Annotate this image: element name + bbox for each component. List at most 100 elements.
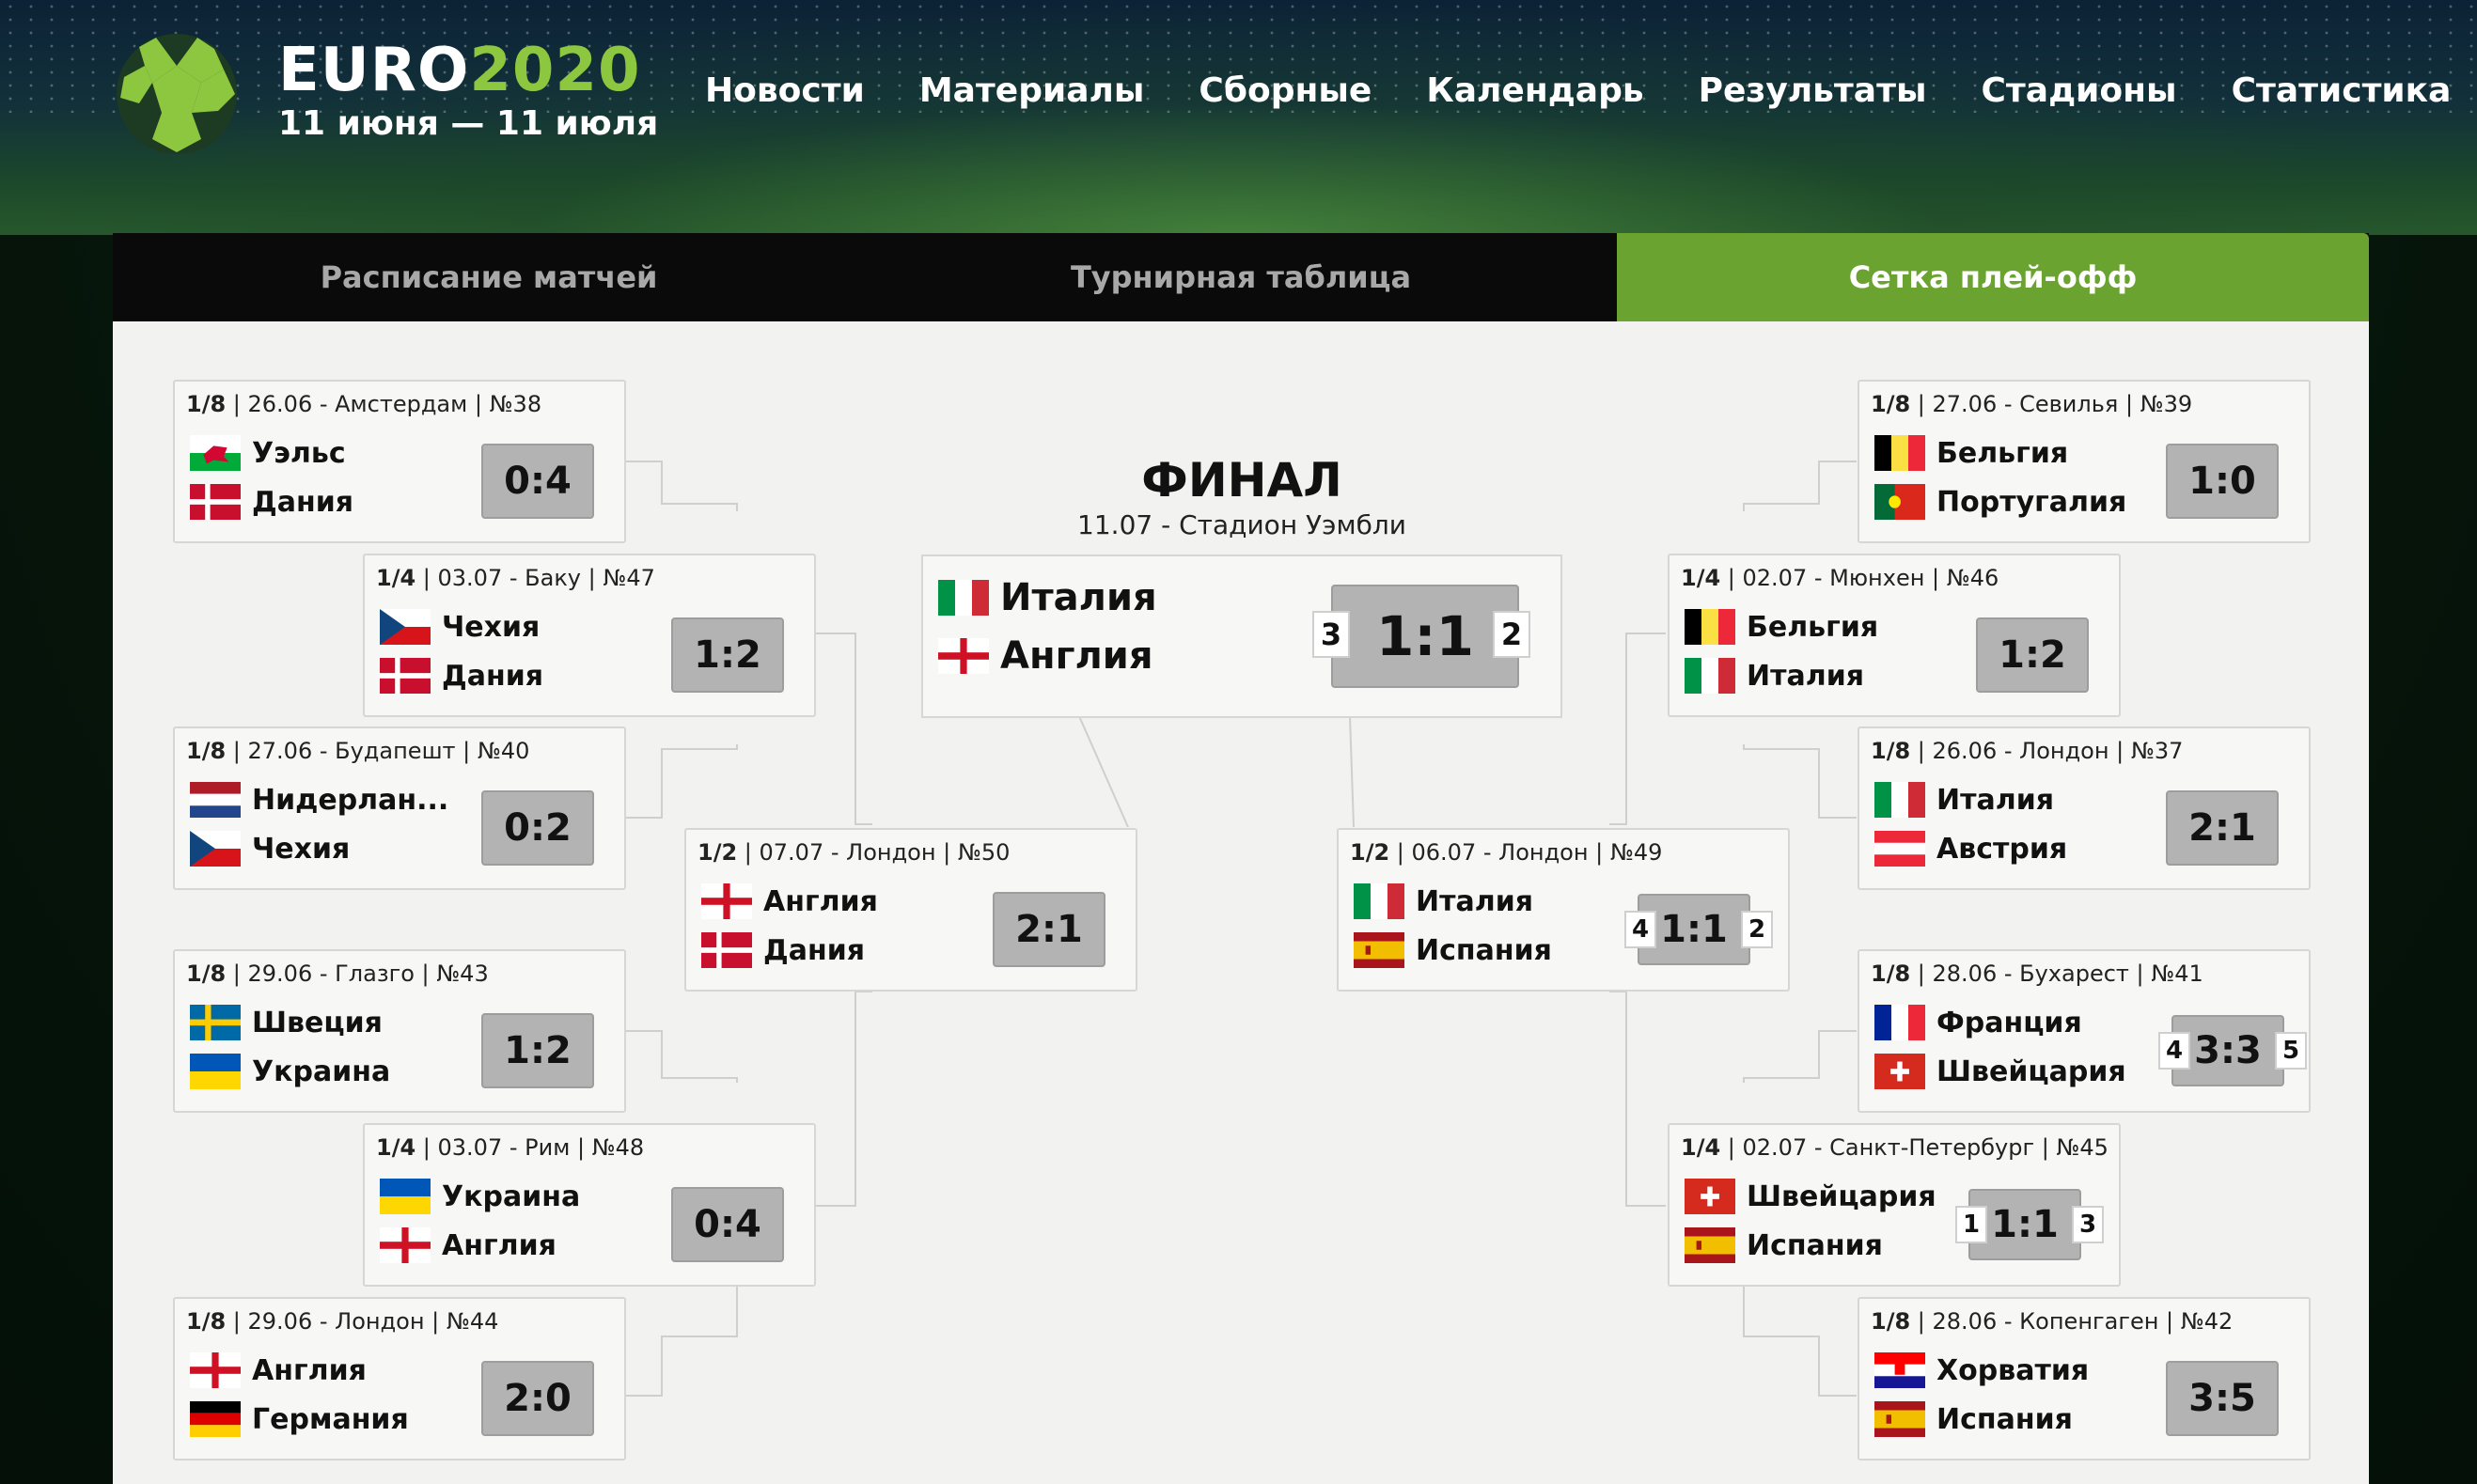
nav-news[interactable]: Новости [705, 71, 865, 110]
tournament-dates: 11 июня — 11 июля [278, 104, 659, 143]
stage-label: 1/8 [186, 961, 227, 987]
nav-results[interactable]: Результаты [1699, 71, 1927, 110]
match-score: 0:4 [481, 444, 594, 519]
team-name: Италия [1747, 659, 1864, 693]
tab-standings[interactable]: Турнирная таблица [865, 233, 1617, 321]
denmark-flag-icon [190, 484, 241, 520]
match-card-48[interactable]: 1/4 | 03.07 - Рим | №48 Украина Англия 0… [363, 1123, 816, 1287]
team-name: Уэльс [252, 436, 346, 470]
match-card-38[interactable]: 1/8 | 26.06 - Амстердам | №38 Уэльс Дани… [173, 380, 626, 543]
nav-teams[interactable]: Сборные [1199, 71, 1372, 110]
match-card-43[interactable]: 1/8 | 29.06 - Глазго | №43 Швеция Украин… [173, 949, 626, 1113]
switzerland-flag-icon [1685, 1179, 1735, 1214]
match-score: 1:2 [671, 617, 784, 693]
england-flag-icon [938, 638, 989, 674]
match-card-45[interactable]: 1/4 | 02.07 - Санкт-Петербург | №45 Швей… [1668, 1123, 2121, 1287]
spain-flag-icon [1685, 1227, 1735, 1263]
brand-year: 2020 [469, 36, 641, 105]
denmark-flag-icon [701, 932, 752, 968]
tab-playoff-bracket[interactable]: Сетка плей-офф [1617, 233, 2369, 321]
team-name: Германия [252, 1402, 409, 1436]
penalty-score: 5 [2275, 1032, 2307, 1070]
team-name: Англия [1000, 634, 1153, 678]
stage-label: 1/8 [186, 738, 227, 764]
brand[interactable]: EURO2020 11 июня — 11 июля [278, 38, 658, 143]
switzerland-flag-icon [1874, 1054, 1925, 1089]
team-name: Швейцария [1747, 1179, 1936, 1213]
penalty-score: 2 [1741, 911, 1773, 948]
match-card-40[interactable]: 1/8 | 27.06 - Будапешт | №40 Нидерлан...… [173, 726, 626, 890]
team-name: Испания [1416, 933, 1552, 967]
ukraine-flag-icon [190, 1054, 241, 1089]
team-name: Англия [763, 884, 878, 918]
team-name: Португалия [1936, 485, 2127, 519]
match-score: 2:1 [993, 892, 1105, 967]
match-card-42[interactable]: 1/8 | 28.06 - Копенгаген | №42 Хорватия … [1858, 1297, 2311, 1461]
stage-label: 1/2 [698, 839, 738, 866]
netherlands-flag-icon [190, 782, 241, 818]
stage-label: 1/4 [376, 565, 416, 591]
team-name: Швеция [252, 1006, 383, 1039]
bracket-panel: ФИНАЛ 11.07 - Стадион Уэмбли Италия Англ… [113, 321, 2369, 1484]
england-flag-icon [190, 1352, 241, 1388]
match-card-37[interactable]: 1/8 | 26.06 - Лондон | №37 Италия Австри… [1858, 726, 2311, 890]
match-info: | 06.07 - Лондон | №49 [1389, 839, 1663, 866]
spain-flag-icon [1874, 1401, 1925, 1437]
match-score: 3:5 [2166, 1361, 2279, 1436]
team-name: Италия [1000, 576, 1157, 619]
match-card-49[interactable]: 1/2 | 06.07 - Лондон | №49 Италия Испани… [1337, 828, 1790, 992]
final-match-card[interactable]: Италия Англия 1:1 3 2 [921, 555, 1562, 718]
spain-flag-icon [1354, 932, 1404, 968]
belgium-flag-icon [1685, 609, 1735, 645]
stage-label: 1/8 [1871, 1308, 1911, 1335]
team-name: Дания [252, 485, 353, 519]
penalty-score: 3 [2072, 1206, 2104, 1243]
denmark-flag-icon [380, 658, 431, 694]
italy-flag-icon [1685, 658, 1735, 694]
england-flag-icon [380, 1227, 431, 1263]
ukraine-flag-icon [380, 1179, 431, 1214]
team-name: Испания [1936, 1402, 2073, 1436]
match-info: | 28.06 - Копенгаген | №42 [1910, 1308, 2234, 1335]
austria-flag-icon [1874, 831, 1925, 867]
football-logo-icon[interactable] [111, 28, 243, 160]
team-name: Украина [252, 1054, 391, 1088]
croatia-flag-icon [1874, 1352, 1925, 1388]
match-info: | 28.06 - Бухарест | №41 [1910, 961, 2203, 987]
match-score: 0:4 [671, 1187, 784, 1262]
match-info: | 07.07 - Лондон | №50 [737, 839, 1011, 866]
nav-stadiums[interactable]: Стадионы [1982, 71, 2177, 110]
match-card-41[interactable]: 1/8 | 28.06 - Бухарест | №41 Франция Шве… [1858, 949, 2311, 1113]
italy-flag-icon [1874, 782, 1925, 818]
nav-materials[interactable]: Материалы [919, 71, 1145, 110]
team-name: Италия [1936, 783, 2054, 817]
czech-flag-icon [380, 609, 431, 645]
match-card-39[interactable]: 1/8 | 27.06 - Севилья | №39 Бельгия Порт… [1858, 380, 2311, 543]
match-score: 1:2 [481, 1013, 594, 1088]
team-name: Испания [1747, 1228, 1883, 1262]
section-tabs: Расписание матчей Турнирная таблица Сетк… [113, 233, 2369, 321]
sweden-flag-icon [190, 1005, 241, 1040]
stage-label: 1/8 [1871, 738, 1911, 764]
tab-schedule[interactable]: Расписание матчей [113, 233, 865, 321]
penalty-score: 1 [1955, 1206, 1987, 1243]
penalty-score: 3 [1312, 611, 1350, 658]
nav-statistics[interactable]: Статистика [2232, 71, 2452, 110]
stage-label: 1/2 [1350, 839, 1390, 866]
match-card-44[interactable]: 1/8 | 29.06 - Лондон | №44 Англия Герман… [173, 1297, 626, 1461]
team-name: Швейцария [1936, 1054, 2126, 1088]
germany-flag-icon [190, 1401, 241, 1437]
nav-calendar[interactable]: Календарь [1426, 71, 1643, 110]
stage-label: 1/8 [186, 1308, 227, 1335]
team-name: Чехия [442, 610, 541, 644]
team-name: Бельгия [1936, 436, 2069, 470]
match-card-50[interactable]: 1/2 | 07.07 - Лондон | №50 Англия Дания … [684, 828, 1137, 992]
stage-label: 1/4 [1681, 565, 1721, 591]
match-info: | 27.06 - Будапешт | №40 [226, 738, 530, 764]
team-name: Дания [763, 933, 865, 967]
team-name: Нидерлан... [252, 783, 449, 817]
team-name: Чехия [252, 832, 351, 866]
match-card-47[interactable]: 1/4 | 03.07 - Баку | №47 Чехия Дания 1:2 [363, 554, 816, 717]
team-name: Бельгия [1747, 610, 1879, 644]
match-card-46[interactable]: 1/4 | 02.07 - Мюнхен | №46 Бельгия Итали… [1668, 554, 2121, 717]
